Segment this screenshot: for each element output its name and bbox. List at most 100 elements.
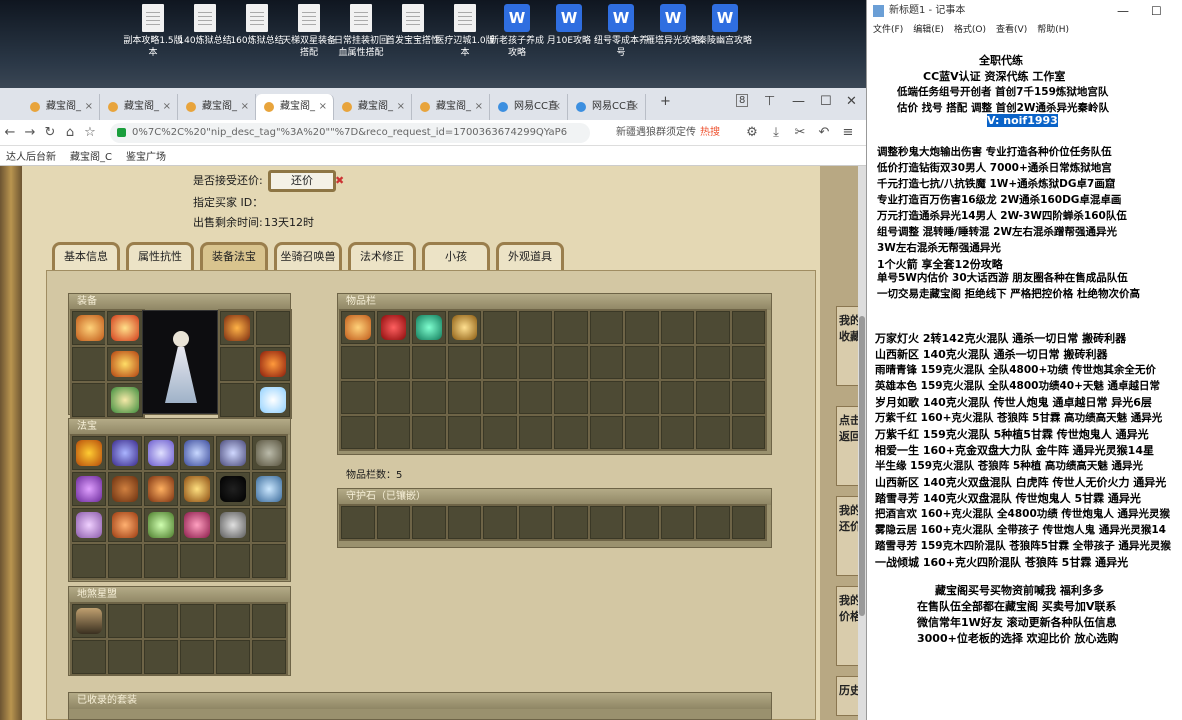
item-slot[interactable] xyxy=(412,311,446,344)
item-slot[interactable] xyxy=(625,346,659,379)
item-slot[interactable] xyxy=(72,544,106,578)
item-slot[interactable] xyxy=(731,506,765,539)
menu-icon[interactable]: ≡ xyxy=(838,125,858,140)
item-slot[interactable] xyxy=(256,311,290,345)
bookmark-item[interactable]: 鉴宝广场 xyxy=(126,148,166,163)
item-slot[interactable] xyxy=(180,472,214,506)
item-slot[interactable] xyxy=(376,346,410,379)
item-slot[interactable] xyxy=(660,346,694,379)
item-slot[interactable] xyxy=(660,381,694,414)
item-slot[interactable] xyxy=(731,346,765,379)
item-slot[interactable] xyxy=(216,604,250,638)
game-tab[interactable]: 属性抗性 xyxy=(126,242,194,270)
item-slot[interactable] xyxy=(518,381,552,414)
item-slot[interactable] xyxy=(589,346,623,379)
item-slot[interactable] xyxy=(256,383,290,417)
game-tab[interactable]: 法术修正 xyxy=(348,242,416,270)
item-slot[interactable] xyxy=(554,346,588,379)
item-slot[interactable] xyxy=(144,640,178,674)
item-slot[interactable] xyxy=(696,506,730,539)
browser-tab[interactable]: 网易CC直 × xyxy=(568,94,646,120)
browser-tab[interactable]: 藏宝阁_ × xyxy=(412,94,490,120)
notepad-menu-item[interactable]: 格式(O) xyxy=(954,22,986,36)
undo-icon[interactable]: ↶ xyxy=(814,125,834,140)
item-slot[interactable] xyxy=(589,381,623,414)
item-slot[interactable] xyxy=(518,311,552,344)
item-slot[interactable] xyxy=(72,604,106,638)
minimize-icon[interactable]: — xyxy=(792,94,805,109)
item-slot[interactable] xyxy=(108,508,142,542)
item-slot[interactable] xyxy=(252,640,286,674)
item-slot[interactable] xyxy=(216,472,250,506)
item-slot[interactable] xyxy=(252,508,286,542)
maximize-icon[interactable]: ☐ xyxy=(820,94,832,109)
item-slot[interactable] xyxy=(625,381,659,414)
item-slot[interactable] xyxy=(180,604,214,638)
extension-icon[interactable]: ⚙ xyxy=(742,125,762,140)
forward-icon[interactable]: → xyxy=(20,125,40,140)
item-slot[interactable] xyxy=(107,347,143,381)
item-slot[interactable] xyxy=(376,381,410,414)
item-slot[interactable] xyxy=(72,383,108,417)
item-slot[interactable] xyxy=(589,311,623,344)
item-slot[interactable] xyxy=(589,416,623,449)
item-slot[interactable] xyxy=(252,604,286,638)
item-slot[interactable] xyxy=(696,381,730,414)
item-slot[interactable] xyxy=(144,436,178,470)
item-slot[interactable] xyxy=(412,346,446,379)
item-slot[interactable] xyxy=(180,508,214,542)
browser-tab[interactable]: 藏宝阁_ × xyxy=(178,94,256,120)
notepad-menu-item[interactable]: 帮助(H) xyxy=(1037,22,1069,36)
item-slot[interactable] xyxy=(625,416,659,449)
item-slot[interactable] xyxy=(72,311,108,345)
notepad-menu-item[interactable]: 文件(F) xyxy=(873,22,903,36)
scrollbar-thumb[interactable] xyxy=(859,316,865,616)
item-slot[interactable] xyxy=(660,506,694,539)
item-slot[interactable] xyxy=(108,472,142,506)
item-slot[interactable] xyxy=(483,346,517,379)
item-slot[interactable] xyxy=(180,544,214,578)
item-slot[interactable] xyxy=(341,346,375,379)
item-slot[interactable] xyxy=(341,416,375,449)
item-slot[interactable] xyxy=(72,640,106,674)
item-slot[interactable] xyxy=(180,436,214,470)
item-slot[interactable] xyxy=(252,544,286,578)
item-slot[interactable] xyxy=(341,311,375,344)
browser-tab[interactable]: 藏宝阁_ × xyxy=(100,94,178,120)
item-slot[interactable] xyxy=(107,311,143,345)
tab-close-icon[interactable]: × xyxy=(85,94,93,120)
game-tab[interactable]: 小孩 xyxy=(422,242,490,270)
tab-close-icon[interactable]: × xyxy=(553,94,561,120)
reload-icon[interactable]: ↻ xyxy=(40,125,60,140)
bookmark-item[interactable]: 藏宝阁_C xyxy=(70,148,112,163)
item-slot[interactable] xyxy=(220,383,254,417)
item-slot[interactable] xyxy=(554,506,588,539)
new-tab-icon[interactable]: + xyxy=(660,94,671,109)
item-slot[interactable] xyxy=(731,311,765,344)
item-slot[interactable] xyxy=(72,472,106,506)
shirt-icon[interactable]: ⊤ xyxy=(764,94,775,109)
desktop-file-icon[interactable]: W 秦陵幽宫攻略 xyxy=(694,4,756,47)
maximize-icon[interactable]: ☐ xyxy=(1151,0,1162,22)
item-slot[interactable] xyxy=(554,381,588,414)
bookmark-star-icon[interactable]: ☆ xyxy=(80,125,100,140)
item-slot[interactable] xyxy=(144,544,178,578)
url-input[interactable]: 0%7C%2C%20"nip_desc_tag"%3A%20""%7D&reco… xyxy=(110,123,590,143)
tab-close-icon[interactable]: × xyxy=(163,94,171,120)
item-slot[interactable] xyxy=(412,416,446,449)
close-icon[interactable]: ✕ xyxy=(846,94,857,109)
item-slot[interactable] xyxy=(144,472,178,506)
item-slot[interactable] xyxy=(625,506,659,539)
item-slot[interactable] xyxy=(554,416,588,449)
item-slot[interactable] xyxy=(625,311,659,344)
item-slot[interactable] xyxy=(447,311,481,344)
page-scrollbar[interactable] xyxy=(858,166,866,720)
cut-icon[interactable]: ✂ xyxy=(790,125,810,140)
search-box[interactable]: 新疆遇狼群须定传 热搜 xyxy=(598,124,738,142)
game-tab[interactable]: 装备法宝 xyxy=(200,242,268,270)
item-slot[interactable] xyxy=(696,311,730,344)
item-slot[interactable] xyxy=(483,311,517,344)
game-tab[interactable]: 坐骑召唤兽 xyxy=(274,242,342,270)
game-tab[interactable]: 外观道具 xyxy=(496,242,564,270)
game-tab[interactable]: 基本信息 xyxy=(52,242,120,270)
